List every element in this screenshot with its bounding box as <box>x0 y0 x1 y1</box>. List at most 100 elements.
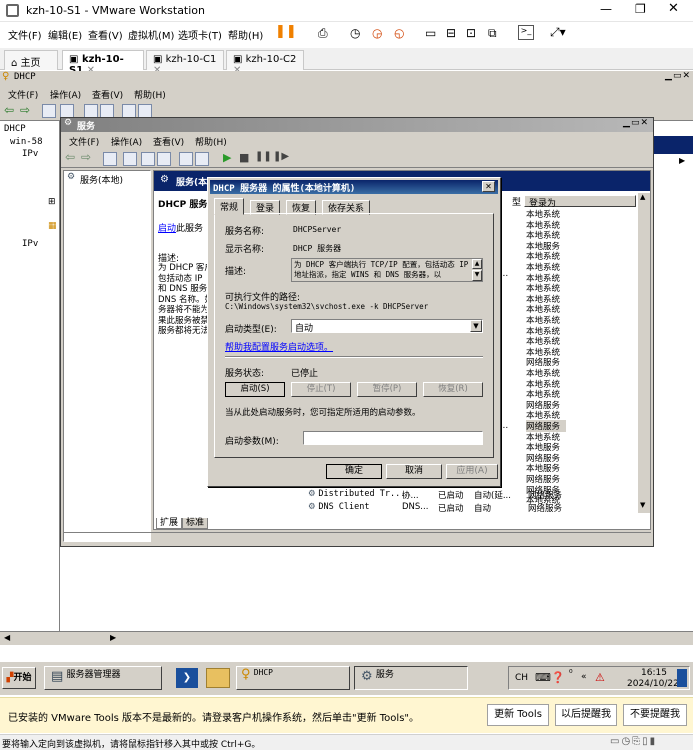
help-configure-link[interactable]: 帮助我配置服务启动选项。 <box>225 340 333 353</box>
keyboard-icon[interactable]: ⌨ <box>535 671 551 684</box>
export-icon[interactable] <box>100 104 114 118</box>
cancel-button[interactable]: 取消 <box>386 464 442 479</box>
folder-icon[interactable] <box>42 104 56 118</box>
scroll-right-icon[interactable]: ▶ <box>110 633 116 642</box>
device-icons[interactable]: ▭◷⎘▯▮ <box>610 736 657 747</box>
menu-file[interactable]: 文件(F) <box>8 27 42 42</box>
services-vscrollbar[interactable]: ▲ ▼ <box>638 193 650 513</box>
dhcp-menu-view[interactable]: 查看(V) <box>92 88 123 101</box>
services-menu-view[interactable]: 查看(V) <box>153 135 184 148</box>
desc-scroll-down[interactable]: ▼ <box>472 270 482 281</box>
services-menu-file[interactable]: 文件(F) <box>69 135 99 148</box>
tab-kzh-10-c2[interactable]: ▣ kzh-10-C2 ✕ <box>226 50 304 76</box>
fullscreen-icon[interactable]: ▭ <box>425 26 436 40</box>
tab-general[interactable]: 常规 <box>214 198 245 215</box>
services-menu-help[interactable]: 帮助(H) <box>195 135 227 148</box>
desc-scroll-up[interactable]: ▲ <box>472 259 482 269</box>
startup-type-select[interactable]: 自动 ▼ <box>291 319 483 334</box>
menu-vm[interactable]: 虚拟机(M) <box>128 27 174 42</box>
dhcp-hscrollbar[interactable]: ◀ ▶ <box>0 631 693 645</box>
revert-snapshot-icon[interactable]: ◶ <box>372 26 382 40</box>
table-row[interactable]: ⚙ Distributed Tr... 协... 已启动 自动(延... 网络服… <box>308 489 638 501</box>
apply-button[interactable]: 应用(A) <box>446 464 498 479</box>
restart-service-icon[interactable]: ❚▶ <box>273 151 289 162</box>
send-keys-icon[interactable]: ⎙ <box>318 26 328 41</box>
taskbar-server-manager[interactable]: ▤ 服务器管理器 <box>44 666 162 690</box>
help-icon[interactable] <box>122 104 136 118</box>
start-link[interactable]: 启动 <box>158 224 176 234</box>
pause-icon[interactable]: ❚❚ <box>275 24 297 39</box>
taskbar-dhcp[interactable]: ♀ DHCP <box>236 666 350 690</box>
column-login-as[interactable]: 登录为 <box>524 195 636 209</box>
network-icon[interactable]: ⚠ <box>595 671 605 684</box>
tab-extended[interactable]: 扩展 <box>156 518 183 529</box>
taskbar-services[interactable]: ⚙ 服务 <box>354 666 468 690</box>
start-service-link[interactable]: 启动此服务 <box>158 221 203 234</box>
tray-arrow-icon[interactable]: « <box>581 672 587 682</box>
refresh-icon[interactable] <box>141 152 155 166</box>
powershell-icon[interactable]: ❯ <box>176 668 198 688</box>
tab-kzh-10-c1[interactable]: ▣ kzh-10-C1 ✕ <box>146 50 224 76</box>
tree-server[interactable]: win-58 <box>10 137 43 149</box>
library-icon[interactable]: ⊡ <box>466 26 476 40</box>
forward-icon[interactable]: ⇨ <box>20 103 30 117</box>
console-tree-icon[interactable] <box>60 104 74 118</box>
menu-help[interactable]: 帮助(H) <box>228 27 263 42</box>
help-tray-icon[interactable]: ❓ <box>551 671 565 684</box>
tree-ipv6[interactable]: IPv <box>22 239 38 251</box>
start-menu-button[interactable]: ▞开始 <box>2 667 36 689</box>
back-icon[interactable]: ⇦ <box>65 150 75 164</box>
tray-flag-icon[interactable]: ⁰ <box>569 669 573 679</box>
tab-home[interactable]: ⌂ 主页 <box>4 50 58 70</box>
guest-screen[interactable]: ♀ DHCP ▁▭✕ 文件(F) 操作(A) 查看(V) 帮助(H) ⇦ ⇨ D… <box>0 71 693 661</box>
minimize-button[interactable]: — <box>600 2 612 16</box>
tree-expand-icon[interactable]: ⊞ <box>48 197 56 209</box>
manage-snapshots-icon[interactable]: ◵ <box>394 26 404 40</box>
export-icon[interactable] <box>157 152 171 166</box>
start-service-icon[interactable]: ▶ <box>223 151 231 164</box>
dialog-close-button[interactable]: ✕ <box>482 181 495 192</box>
stop-button[interactable]: 停止(T) <box>291 382 351 397</box>
maximize-button[interactable]: ❐ <box>635 2 646 16</box>
help-icon[interactable] <box>179 152 193 166</box>
dhcp-right-scrollbar[interactable]: ▲ ▶ <box>675 136 693 641</box>
close-button[interactable]: ✕ <box>668 1 679 16</box>
menu-edit[interactable]: 编辑(E) <box>48 27 82 42</box>
dhcp-menu-action[interactable]: 操作(A) <box>50 88 81 101</box>
dont-remind-button[interactable]: 不要提醒我 <box>623 704 687 726</box>
description-box[interactable]: 为 DHCP 客户端执行 TCP/IP 配置，包括动态 IP 地址指派，指定 W… <box>291 258 483 282</box>
stop-service-icon[interactable]: ■ <box>239 151 249 164</box>
tree-dhcp[interactable]: DHCP <box>4 124 26 136</box>
tab-kzh-10-s1[interactable]: ▣ kzh-10-S1 ✕ <box>62 50 144 76</box>
show-desktop-button[interactable] <box>677 669 687 687</box>
menu-view[interactable]: 查看(V) <box>88 27 123 42</box>
remind-later-button[interactable]: 以后提醒我 <box>555 704 617 726</box>
view-icon[interactable] <box>103 152 117 166</box>
pause-button[interactable]: 暂停(P) <box>357 382 417 397</box>
scroll-down-icon[interactable]: ▼ <box>640 501 645 509</box>
scroll-left-icon[interactable]: ◀ <box>4 633 10 642</box>
resume-button[interactable]: 恢复(R) <box>423 382 483 397</box>
ok-button[interactable]: 确定 <box>326 464 382 479</box>
start-params-input[interactable] <box>303 431 483 445</box>
list-icon[interactable] <box>123 152 137 166</box>
back-icon[interactable]: ⇦ <box>4 103 14 117</box>
properties-icon[interactable] <box>138 104 152 118</box>
console-icon[interactable]: >_ <box>518 25 534 40</box>
tree-services-local[interactable]: 服务(本地) <box>80 173 123 186</box>
table-row[interactable]: ⚙ DNS Client DNS... 已启动 自动 网络服务 <box>308 502 638 514</box>
update-tools-button[interactable]: 更新 Tools <box>487 704 549 726</box>
properties-icon[interactable] <box>195 152 209 166</box>
explorer-icon[interactable] <box>206 668 230 688</box>
dhcp-window-buttons[interactable]: ▁▭✕ <box>665 71 691 81</box>
refresh-icon[interactable] <box>84 104 98 118</box>
start-button[interactable]: 启动(S) <box>225 382 285 397</box>
language-indicator[interactable]: CH <box>515 673 528 683</box>
services-window-buttons[interactable]: ▁▭✕ <box>623 118 649 128</box>
pause-service-icon[interactable]: ❚❚ <box>255 151 272 162</box>
stretch-icon[interactable]: ⤢▾ <box>550 25 566 40</box>
tree-ipv4[interactable]: IPv <box>22 149 38 161</box>
unity-icon[interactable]: ⊟ <box>446 26 456 40</box>
menu-tabs[interactable]: 选项卡(T) <box>178 27 222 42</box>
snapshot-icon[interactable]: ◷ <box>350 26 360 40</box>
